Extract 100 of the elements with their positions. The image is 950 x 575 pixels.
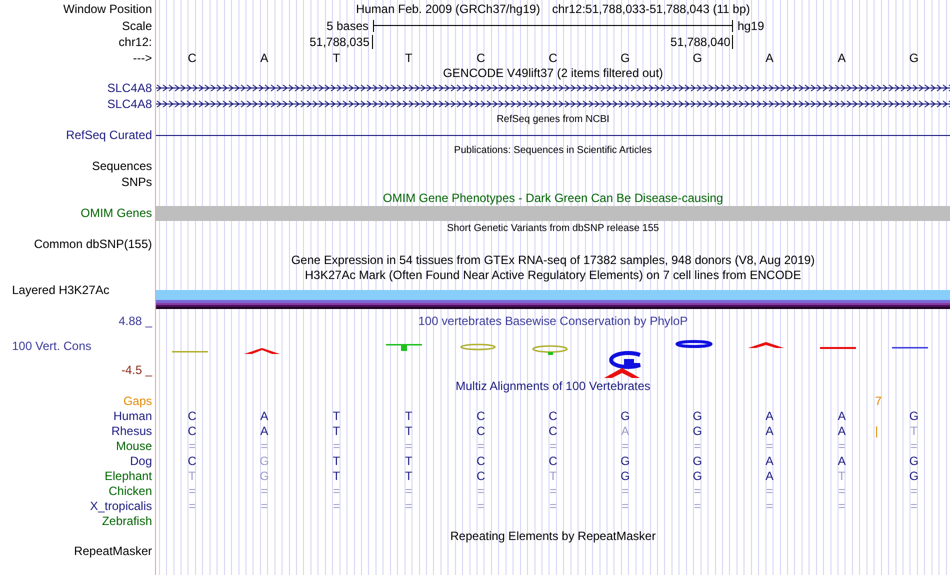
- base-letter: T: [332, 50, 340, 64]
- base-letter: A: [838, 454, 846, 468]
- base-letter: G: [620, 408, 630, 422]
- base-letter: =: [332, 438, 340, 452]
- base-letter: T: [332, 408, 340, 422]
- base-letter: G: [620, 468, 630, 482]
- track-label[interactable]: Rhesus: [111, 424, 152, 436]
- base-letter: =: [188, 484, 196, 498]
- base-letter: C: [548, 424, 558, 438]
- assembly-name: Human Feb. 2009 (GRCh37/hg19): [356, 2, 540, 14]
- base-letter: T: [404, 50, 412, 64]
- base-letter: =: [838, 498, 846, 512]
- position-tick-label: 51,788,035: [309, 36, 370, 48]
- track-label[interactable]: Zebrafish: [102, 514, 152, 526]
- base-letter: A: [766, 468, 774, 482]
- track-label[interactable]: Common dbSNP(155): [34, 238, 152, 250]
- row-label: Window Position: [63, 2, 152, 14]
- track-label[interactable]: Mouse: [116, 440, 152, 452]
- base-letter: =: [622, 484, 629, 498]
- base-letter: =: [260, 498, 268, 512]
- base-letter: =: [477, 498, 484, 512]
- track-label[interactable]: RefSeq Curated: [66, 129, 152, 141]
- base-letter: =: [910, 498, 918, 512]
- base-letter: C: [188, 424, 196, 438]
- base-letter: =: [694, 438, 701, 452]
- base-letter: C: [476, 50, 486, 64]
- track-label[interactable]: X_tropicalis: [90, 500, 152, 512]
- base-letter: G: [909, 454, 919, 468]
- track-label[interactable]: SLC4A8: [107, 98, 152, 110]
- base-letter: C: [476, 454, 486, 468]
- base-letter: A: [766, 408, 774, 422]
- base-letter: =: [549, 484, 556, 498]
- base-letter: C: [476, 468, 486, 482]
- base-letter: T: [838, 468, 846, 482]
- axis-max-label: 4.88 _: [118, 315, 154, 327]
- base-letter: =: [766, 484, 774, 498]
- gap-marker: 7: [875, 393, 882, 408]
- base-letter: G: [909, 468, 919, 482]
- track-label[interactable]: SLC4A8: [107, 82, 152, 94]
- base-letter: =: [405, 438, 412, 452]
- base-letter: =: [910, 438, 918, 452]
- assembly-label: hg19: [737, 18, 764, 32]
- base-letter: T: [404, 454, 412, 468]
- base-letter: =: [260, 438, 268, 452]
- track-title: Multiz Alignments of 100 Vertebrates: [456, 380, 650, 392]
- base-letter: =: [622, 498, 629, 512]
- axis-min-label: -4.5 _: [121, 364, 154, 376]
- base-letter: T: [549, 468, 557, 482]
- strand-label: --->: [133, 52, 152, 64]
- scale-label: 5 bases: [326, 18, 369, 32]
- track-label[interactable]: Elephant: [104, 470, 152, 482]
- track-label[interactable]: 100 Vert. Cons: [0, 340, 92, 352]
- base-letter: C: [548, 50, 558, 64]
- track-title: H3K27Ac Mark (Often Found Near Active Regulatory Elements) on 7 cell lines from ENCODE: [304, 268, 802, 280]
- base-letter: A: [260, 424, 268, 438]
- track-label[interactable]: SNPs: [121, 176, 152, 188]
- base-letter: A: [838, 424, 846, 438]
- base-letter: =: [332, 498, 340, 512]
- base-letter: A: [766, 50, 774, 64]
- track-title: Gene Expression in 54 tissues from GTEx RNA-seq of 17382 samples, 948 donors (V8, Aug 2019): [291, 254, 815, 266]
- base-letter: =: [622, 438, 629, 452]
- base-letter: =: [549, 438, 556, 452]
- track-title: Short Genetic Variants from dbSNP release 155: [447, 224, 659, 234]
- base-letter: A: [260, 408, 268, 422]
- base-letter: T: [404, 424, 412, 438]
- base-letter: C: [188, 408, 196, 422]
- base-letter: A: [260, 50, 268, 64]
- base-letter: G: [692, 454, 702, 468]
- base-letter: =: [910, 484, 918, 498]
- base-letter: =: [838, 484, 846, 498]
- base-letter: =: [477, 438, 484, 452]
- base-letter: =: [188, 438, 196, 452]
- base-letter: C: [548, 454, 558, 468]
- track-label[interactable]: Human: [113, 410, 152, 422]
- base-letter: =: [477, 484, 484, 498]
- position-tick-label: 51,788,040: [670, 36, 730, 48]
- base-letter: C: [476, 408, 486, 422]
- track-label[interactable]: Chicken: [108, 484, 152, 496]
- track-title: Publications: Sequences in Scientific Articles: [454, 146, 652, 156]
- track-title: RefSeq genes from NCBI: [496, 114, 610, 124]
- track-label[interactable]: Sequences: [92, 160, 152, 172]
- base-letter: =: [694, 484, 701, 498]
- base-letter: T: [910, 424, 918, 438]
- row-label: Scale: [122, 20, 152, 32]
- base-letter: C: [188, 50, 196, 64]
- base-letter: T: [332, 454, 340, 468]
- base-letter: C: [476, 424, 486, 438]
- base-letter: T: [188, 468, 196, 482]
- track-label[interactable]: Dog: [130, 454, 152, 466]
- base-letter: =: [694, 498, 701, 512]
- gap-marker: |: [875, 423, 878, 438]
- track-label[interactable]: RepeatMasker: [74, 545, 152, 557]
- base-letter: =: [766, 438, 774, 452]
- track-label[interactable]: Layered H3K27Ac: [12, 284, 110, 296]
- base-letter: A: [838, 50, 846, 64]
- base-letter: A: [838, 408, 846, 422]
- base-letter: G: [260, 468, 269, 482]
- base-letter: T: [404, 408, 412, 422]
- base-letter: G: [692, 468, 702, 482]
- track-label[interactable]: OMIM Genes: [80, 207, 152, 219]
